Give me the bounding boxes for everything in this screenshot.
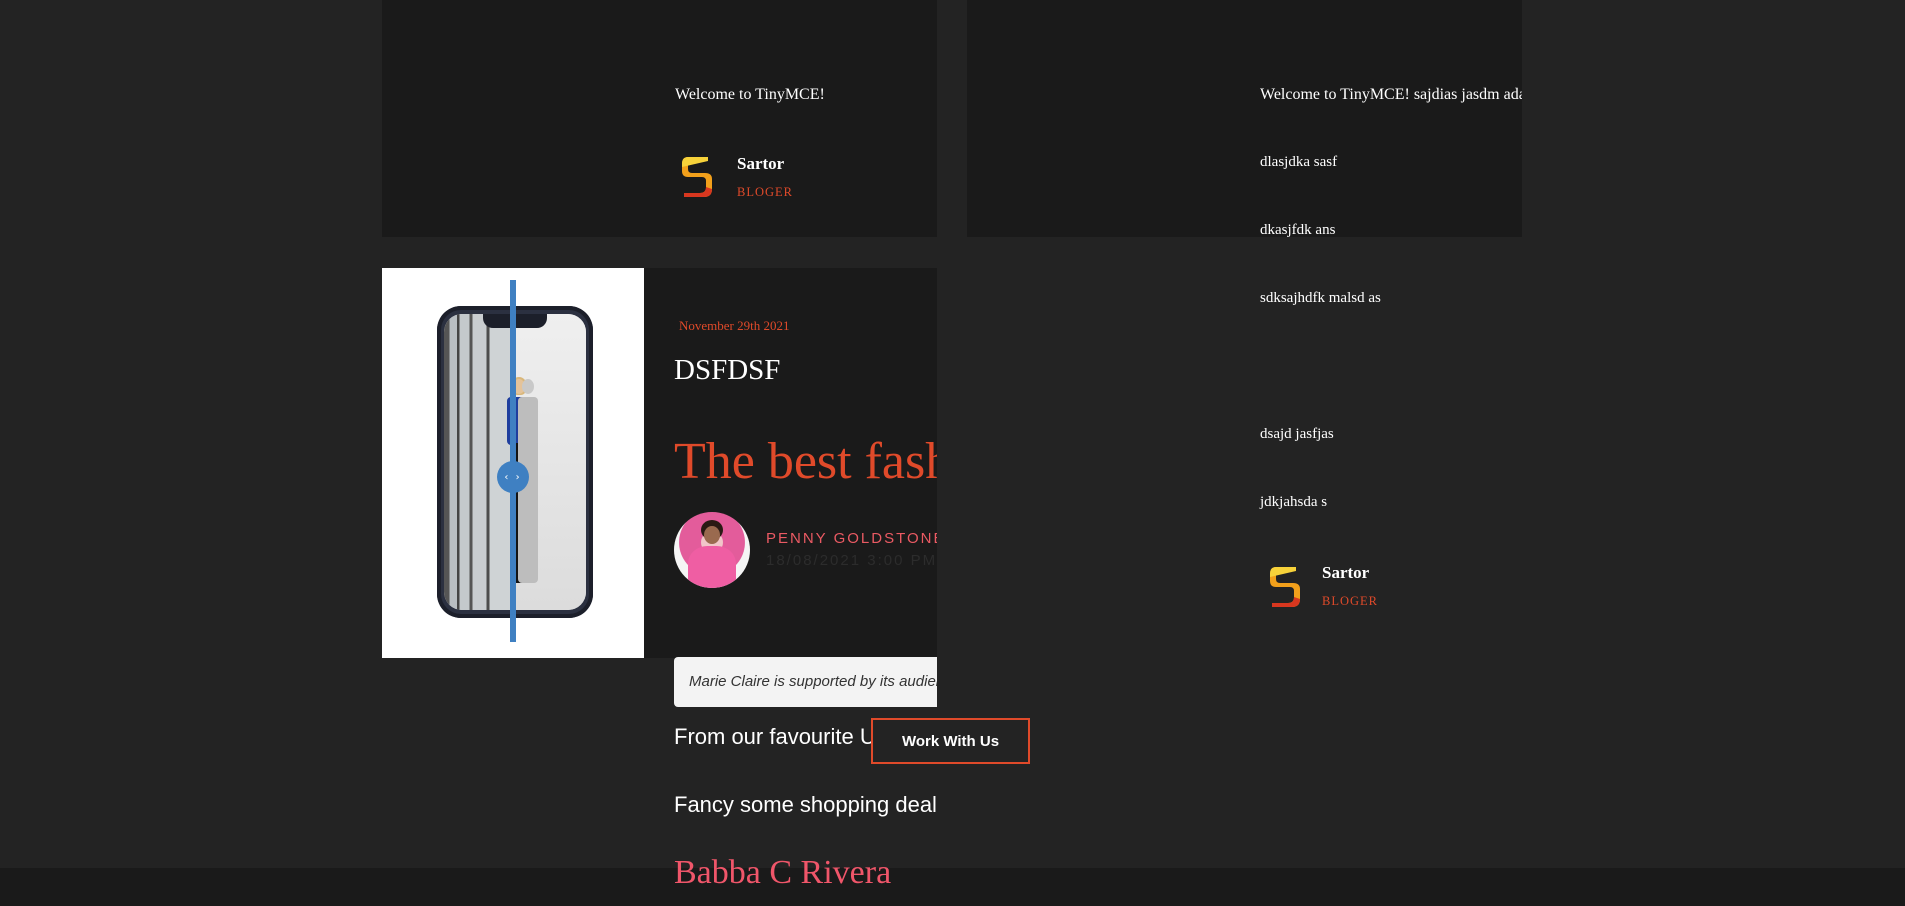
author-name: Sartor [737,154,785,173]
post-line: jdkjahsda s [1260,494,1328,510]
work-with-us-button[interactable]: Work With Us [871,718,1030,764]
post-line: sdksajhdfk malsd as [1260,290,1381,306]
article-author-name[interactable]: PENNY GOLDSTONE [766,530,937,547]
post-text: Welcome to TinyMCE! sajdias jasdm ada [1260,86,1522,103]
s-logo-icon [682,157,712,197]
footer-bar [0,868,1905,906]
quote-text: Marie Claire is supported by its audienc… [689,673,937,690]
article-date: November 29th 2021 [679,318,790,333]
author-role: BLOGER [737,185,793,199]
article-title[interactable]: DSFDSF [674,354,780,387]
author-avatar [674,512,750,588]
post-line: dlasjdka sasf [1260,154,1338,170]
article-card[interactable]: ‹ › November 29th 2021 DSFDSF The best f… [382,268,937,658]
paragraph: Fancy some shopping deals [674,792,937,817]
post-card-top-left: Welcome to TinyMCE! Sartor BLOGER [382,0,937,237]
article-headline[interactable]: The best fashion [674,432,937,491]
paragraph-container: Fancy some shopping deals [674,792,937,824]
author-role: BLOGER [1322,594,1378,608]
compare-handle-icon[interactable]: ‹ › [497,461,529,493]
quote-box: Marie Claire is supported by its audienc… [674,657,937,707]
article-author-date: 18/08/2021 3:00 PM [766,552,937,569]
s-logo-icon [1270,567,1300,607]
before-after-image[interactable]: ‹ › [382,268,644,658]
post-line: dsajd jasfjas [1260,426,1334,442]
post-line: dkasjfdk ans [1260,222,1336,238]
post-text: Welcome to TinyMCE! [675,86,825,103]
post-card-top-right [967,0,1522,237]
author-name: Sartor [1322,563,1370,582]
byline-heading[interactable]: Babba C Rivera [674,854,891,892]
